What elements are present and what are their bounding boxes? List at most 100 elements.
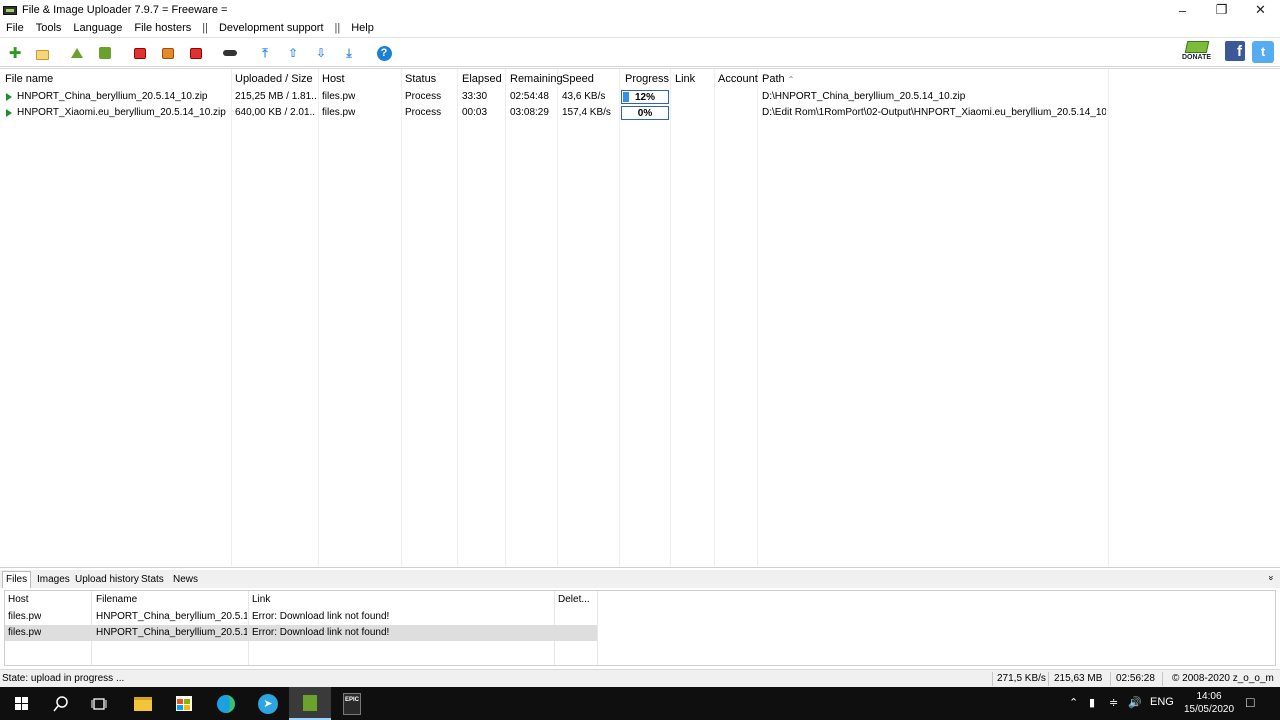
menu-development-support[interactable]: Development support bbox=[213, 22, 330, 34]
path-cell: D:\HNPORT_China_beryllium_20.5.14_10.zip bbox=[762, 91, 966, 102]
header-delete[interactable]: Delet... bbox=[558, 594, 590, 605]
header-host[interactable]: Host bbox=[8, 594, 29, 605]
store-button[interactable] bbox=[163, 687, 205, 720]
move-bottom-icon: ⤓ bbox=[346, 45, 352, 60]
header-progress[interactable]: Progress bbox=[625, 73, 669, 85]
column-divider bbox=[597, 591, 598, 665]
window-title: File & Image Uploader 7.9.7 = Freeware = bbox=[22, 4, 228, 16]
search-button[interactable] bbox=[40, 687, 82, 720]
add-files-button[interactable]: ✚ bbox=[7, 45, 23, 62]
header-link[interactable]: Link bbox=[252, 594, 270, 605]
header-status[interactable]: Status bbox=[405, 73, 436, 85]
host-cell: files.pw bbox=[322, 107, 356, 118]
move-up-button[interactable]: ⇧ bbox=[285, 45, 301, 61]
move-up-icon: ⇧ bbox=[287, 46, 299, 60]
column-divider bbox=[231, 69, 232, 566]
move-bottom-button[interactable]: ⤓ bbox=[341, 45, 357, 61]
table-row[interactable]: HNPORT_Xiaomi.eu_beryllium_20.5.14_10.zi… bbox=[0, 105, 1110, 121]
notifications-icon[interactable]: □ bbox=[1246, 694, 1254, 710]
uploaded-size-cell: 215,25 MB / 1.81... bbox=[235, 91, 316, 102]
header-elapsed[interactable]: Elapsed bbox=[462, 73, 502, 85]
menu-file-hosters[interactable]: File hosters bbox=[128, 22, 197, 34]
help-button[interactable]: ? bbox=[376, 45, 392, 61]
add-folder-button[interactable] bbox=[34, 45, 50, 61]
minimize-button[interactable]: – bbox=[1163, 0, 1202, 20]
twitter-icon[interactable]: t bbox=[1252, 41, 1274, 63]
close-button[interactable]: ✕ bbox=[1241, 0, 1280, 20]
wifi-icon[interactable]: ≑ bbox=[1109, 696, 1118, 709]
move-down-icon: ⇩ bbox=[315, 46, 327, 60]
list-item[interactable]: files.pw HNPORT_China_beryllium_20.5.14.… bbox=[5, 609, 597, 625]
accounts-button[interactable] bbox=[222, 45, 238, 61]
epic-games-icon: EPIC bbox=[343, 692, 361, 715]
header-file-name[interactable]: File name bbox=[5, 73, 53, 85]
epic-games-button[interactable]: EPIC bbox=[331, 687, 373, 720]
remaining-cell: 03:08:29 bbox=[510, 107, 549, 118]
money-icon bbox=[1184, 41, 1210, 53]
upload-button[interactable] bbox=[69, 45, 85, 61]
header-account[interactable]: Account bbox=[718, 73, 758, 85]
uploader-taskbar-button[interactable] bbox=[289, 687, 331, 720]
header-host[interactable]: Host bbox=[322, 73, 345, 85]
move-top-button[interactable]: ⤒ bbox=[257, 45, 273, 61]
task-view-button[interactable] bbox=[78, 687, 120, 720]
show-hidden-icons[interactable]: ⌃ bbox=[1069, 696, 1078, 709]
donate-button[interactable]: DONATE bbox=[1180, 41, 1216, 63]
progress-label: 0% bbox=[637, 108, 653, 119]
header-path[interactable]: Path ⌃ bbox=[762, 73, 794, 85]
restore-button[interactable]: ❐ bbox=[1202, 0, 1241, 20]
donate-label: DONATE bbox=[1182, 54, 1212, 61]
status-time: 02:56:28 bbox=[1116, 673, 1155, 684]
tab-news[interactable]: News bbox=[170, 572, 201, 588]
upload-queue-grid[interactable]: File name Uploaded / Size Host Status El… bbox=[0, 68, 1280, 568]
uploaded-files-list[interactable]: Host Filename Link Delet... files.pw HNP… bbox=[4, 590, 1276, 666]
remove-icon bbox=[190, 47, 202, 59]
status-bar: State: upload in progress ... 271,5 KB/s… bbox=[0, 669, 1280, 687]
status-separator bbox=[1162, 672, 1163, 686]
tab-files[interactable]: Files bbox=[2, 571, 32, 588]
sort-ascending-icon: ⌃ bbox=[787, 75, 795, 84]
store-icon bbox=[176, 696, 192, 711]
tab-images[interactable]: Images bbox=[34, 572, 73, 588]
header-remaining[interactable]: Remaining bbox=[510, 73, 563, 85]
toolbar: ✚ ⤒ ⇧ ⇩ ⤓ ? bbox=[0, 37, 1280, 67]
start-button[interactable] bbox=[0, 687, 42, 720]
stop-all-button[interactable] bbox=[160, 45, 176, 61]
elapsed-cell: 00:03 bbox=[462, 107, 488, 118]
filename-cell: HNPORT_China_beryllium_20.5.14... bbox=[96, 627, 247, 638]
menu-help[interactable]: Help bbox=[345, 22, 380, 34]
progress-bar: 12% bbox=[621, 90, 669, 104]
folder-icon bbox=[134, 696, 152, 711]
tab-stats[interactable]: Stats bbox=[138, 572, 167, 588]
header-filename[interactable]: Filename bbox=[96, 594, 137, 605]
header-link[interactable]: Link bbox=[675, 73, 695, 85]
move-down-button[interactable]: ⇩ bbox=[313, 45, 329, 61]
file-name-cell: HNPORT_Xiaomi.eu_beryllium_20.5.14_10.zi… bbox=[17, 107, 226, 118]
filename-cell: HNPORT_China_beryllium_20.5.14... bbox=[96, 611, 247, 622]
volume-icon[interactable]: 🔊 bbox=[1128, 696, 1142, 709]
upload-all-button[interactable] bbox=[97, 45, 113, 61]
column-divider bbox=[401, 69, 402, 566]
telegram-button[interactable]: ➤ bbox=[247, 687, 289, 720]
file-explorer-button[interactable] bbox=[122, 687, 164, 720]
menu-file[interactable]: File bbox=[0, 22, 30, 34]
header-uploaded-size[interactable]: Uploaded / Size bbox=[235, 73, 313, 85]
upload-icon bbox=[71, 48, 83, 58]
stop-all-icon bbox=[162, 47, 174, 59]
menu-tools[interactable]: Tools bbox=[30, 22, 68, 34]
remove-button[interactable] bbox=[188, 45, 204, 61]
clock[interactable]: 14:06 15/05/2020 bbox=[1180, 690, 1238, 716]
battery-icon[interactable]: ▮ bbox=[1089, 696, 1095, 709]
edge-button[interactable] bbox=[205, 687, 247, 720]
status-speed: 271,5 KB/s bbox=[997, 673, 1046, 684]
facebook-icon[interactable]: f bbox=[1225, 41, 1245, 61]
tab-upload-history[interactable]: Upload history bbox=[72, 572, 142, 588]
list-item[interactable]: files.pw HNPORT_China_beryllium_20.5.14.… bbox=[5, 625, 597, 641]
status-separator bbox=[992, 672, 993, 686]
menu-language[interactable]: Language bbox=[67, 22, 128, 34]
header-speed[interactable]: Speed bbox=[562, 73, 594, 85]
collapse-panel-icon[interactable]: » bbox=[1266, 575, 1276, 580]
table-row[interactable]: HNPORT_China_beryllium_20.5.14_10.zip 21… bbox=[0, 89, 1110, 105]
language-indicator[interactable]: ENG bbox=[1150, 696, 1174, 708]
stop-button[interactable] bbox=[132, 45, 148, 61]
